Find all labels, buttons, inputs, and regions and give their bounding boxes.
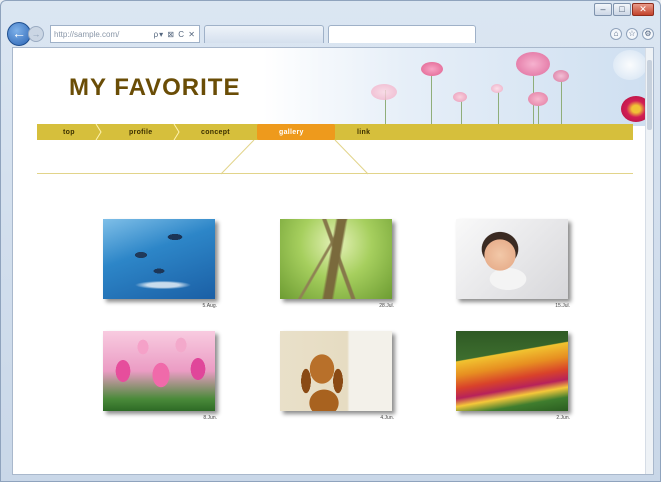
nav-label: concept — [201, 128, 230, 136]
photo-tree[interactable] — [280, 219, 392, 299]
browser-toolbar: ← → http://sample.com/ ρ▾ ⊠ C ✕ ⌂ ☆ ⚙ — [7, 21, 654, 47]
star-icon[interactable]: ☆ — [626, 28, 638, 40]
gallery-item[interactable]: 28.Jul. — [280, 219, 394, 309]
address-bar-icons[interactable]: ρ▾ ⊠ C ✕ — [154, 30, 196, 39]
address-bar[interactable]: http://sample.com/ ρ▾ ⊠ C ✕ — [50, 25, 200, 43]
home-icon[interactable]: ⌂ — [610, 28, 622, 40]
nav-item-link[interactable]: link — [335, 124, 405, 140]
window-controls: – □ ✕ — [594, 3, 654, 16]
arrow-left-icon: ← — [12, 25, 26, 41]
vertical-scrollbar[interactable] — [645, 48, 653, 474]
photo-date: 5.Aug. — [202, 303, 217, 309]
page-viewport: MY FAVORITE top profile concept gallery … — [12, 47, 654, 475]
close-button[interactable]: ✕ — [632, 3, 654, 16]
nav-label: link — [357, 128, 371, 136]
gear-icon[interactable]: ⚙ — [642, 28, 654, 40]
forward-button[interactable]: → — [28, 26, 44, 42]
nav-label: profile — [129, 128, 153, 136]
minimize-button[interactable]: – — [594, 3, 612, 16]
browser-tab-active[interactable] — [328, 25, 476, 43]
photo-date: 28.Jul. — [379, 303, 394, 309]
photo-dog[interactable] — [280, 331, 392, 411]
browser-window: – □ ✕ ← → http://sample.com/ ρ▾ ⊠ C ✕ ⌂ … — [0, 0, 661, 482]
gallery-item[interactable]: 15.Jul. — [456, 219, 570, 309]
photo-date: 2.Jun. — [556, 415, 570, 421]
nav-item-concept[interactable]: concept — [181, 124, 257, 140]
nav-connector-lines — [220, 139, 369, 175]
gallery-item[interactable]: 4.Jun. — [280, 331, 394, 421]
site-nav: top profile concept gallery link — [37, 124, 633, 140]
divider — [37, 173, 633, 174]
nav-item-profile[interactable]: profile — [103, 124, 181, 140]
photo-date: 8.Jun. — [203, 415, 217, 421]
gallery-item[interactable]: 2.Jun. — [456, 331, 570, 421]
address-text[interactable]: http://sample.com/ — [54, 30, 154, 39]
nav-label: gallery — [279, 128, 304, 136]
photo-date: 15.Jul. — [555, 303, 570, 309]
photo-dolphins[interactable] — [103, 219, 215, 299]
nav-label: top — [63, 128, 75, 136]
browser-tab[interactable] — [204, 25, 324, 43]
scrollbar-thumb[interactable] — [647, 60, 652, 130]
nav-item-top[interactable]: top — [37, 124, 103, 140]
nav-item-gallery[interactable]: gallery — [257, 124, 335, 140]
gallery-item[interactable]: 8.Jun. — [103, 331, 217, 421]
photo-flower-bed[interactable] — [456, 331, 568, 411]
gallery-item[interactable]: 5.Aug. — [103, 219, 217, 309]
maximize-button[interactable]: □ — [613, 3, 631, 16]
arrow-right-icon: → — [31, 29, 41, 39]
photo-baby[interactable] — [456, 219, 568, 299]
photo-tulips[interactable] — [103, 331, 215, 411]
photo-date: 4.Jun. — [380, 415, 394, 421]
